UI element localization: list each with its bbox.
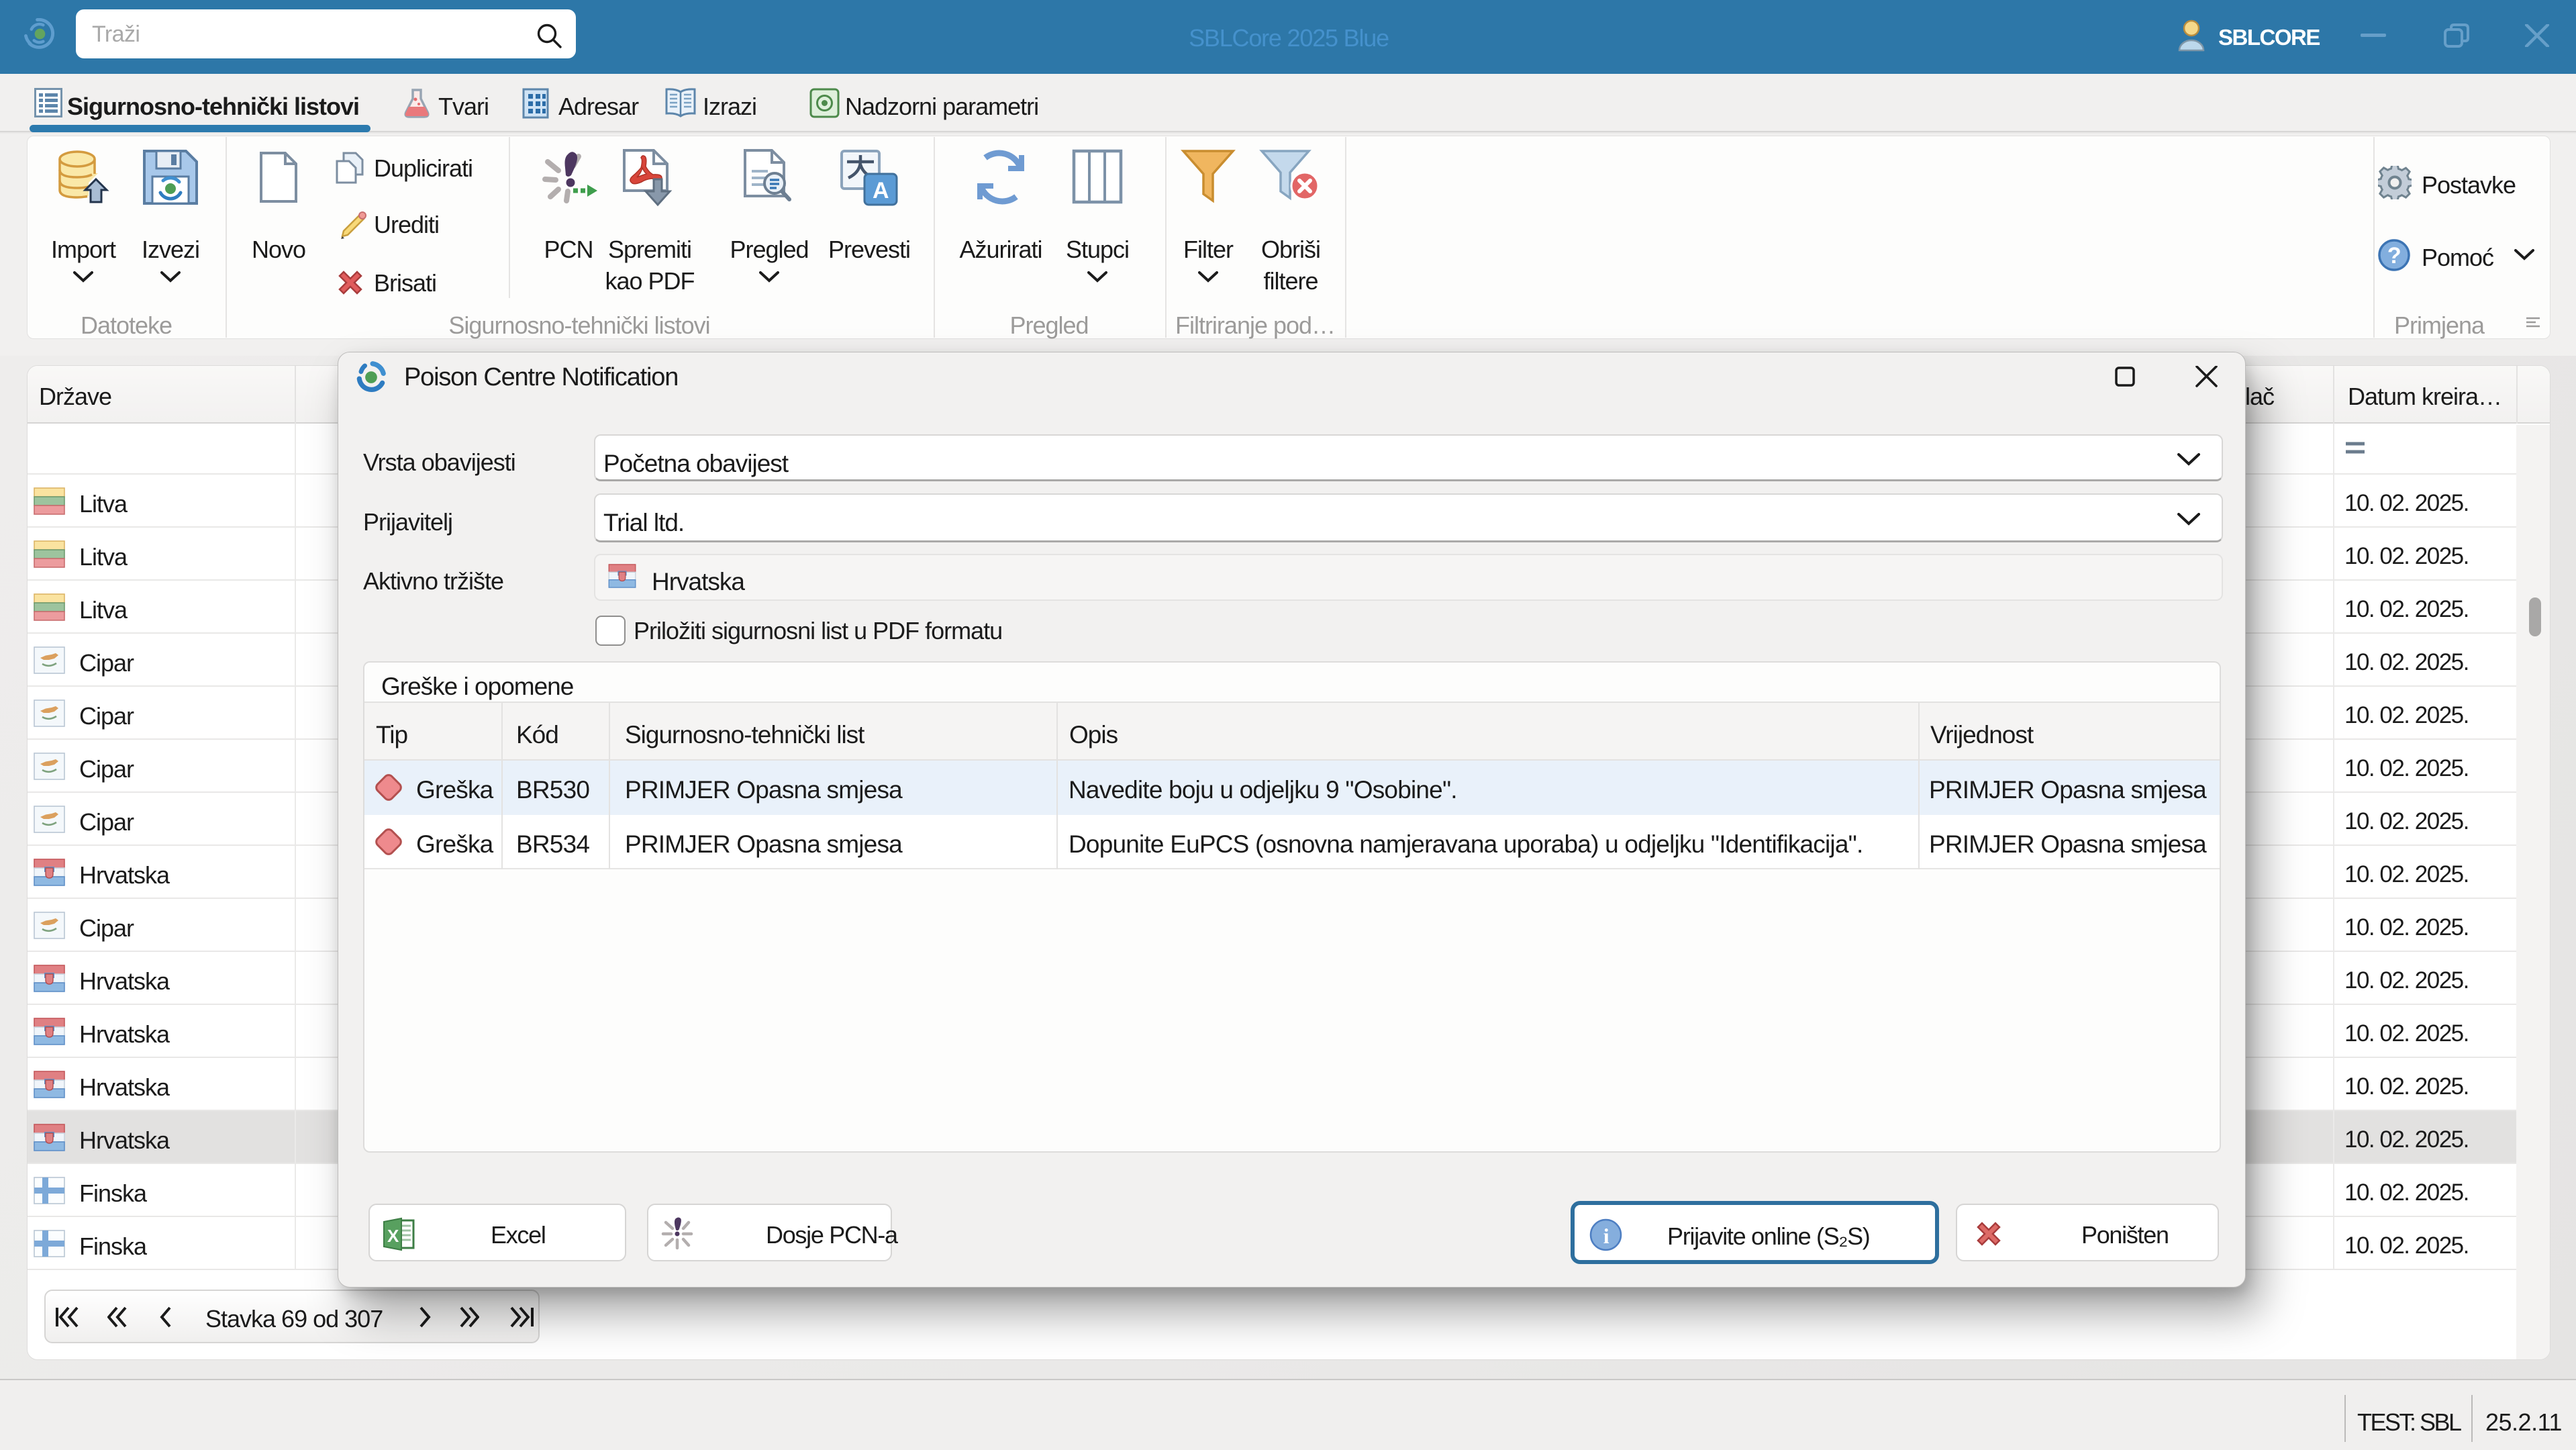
svg-text:A: A: [873, 178, 889, 203]
svg-text:X: X: [387, 1226, 399, 1246]
svg-text:?: ?: [2387, 243, 2401, 269]
